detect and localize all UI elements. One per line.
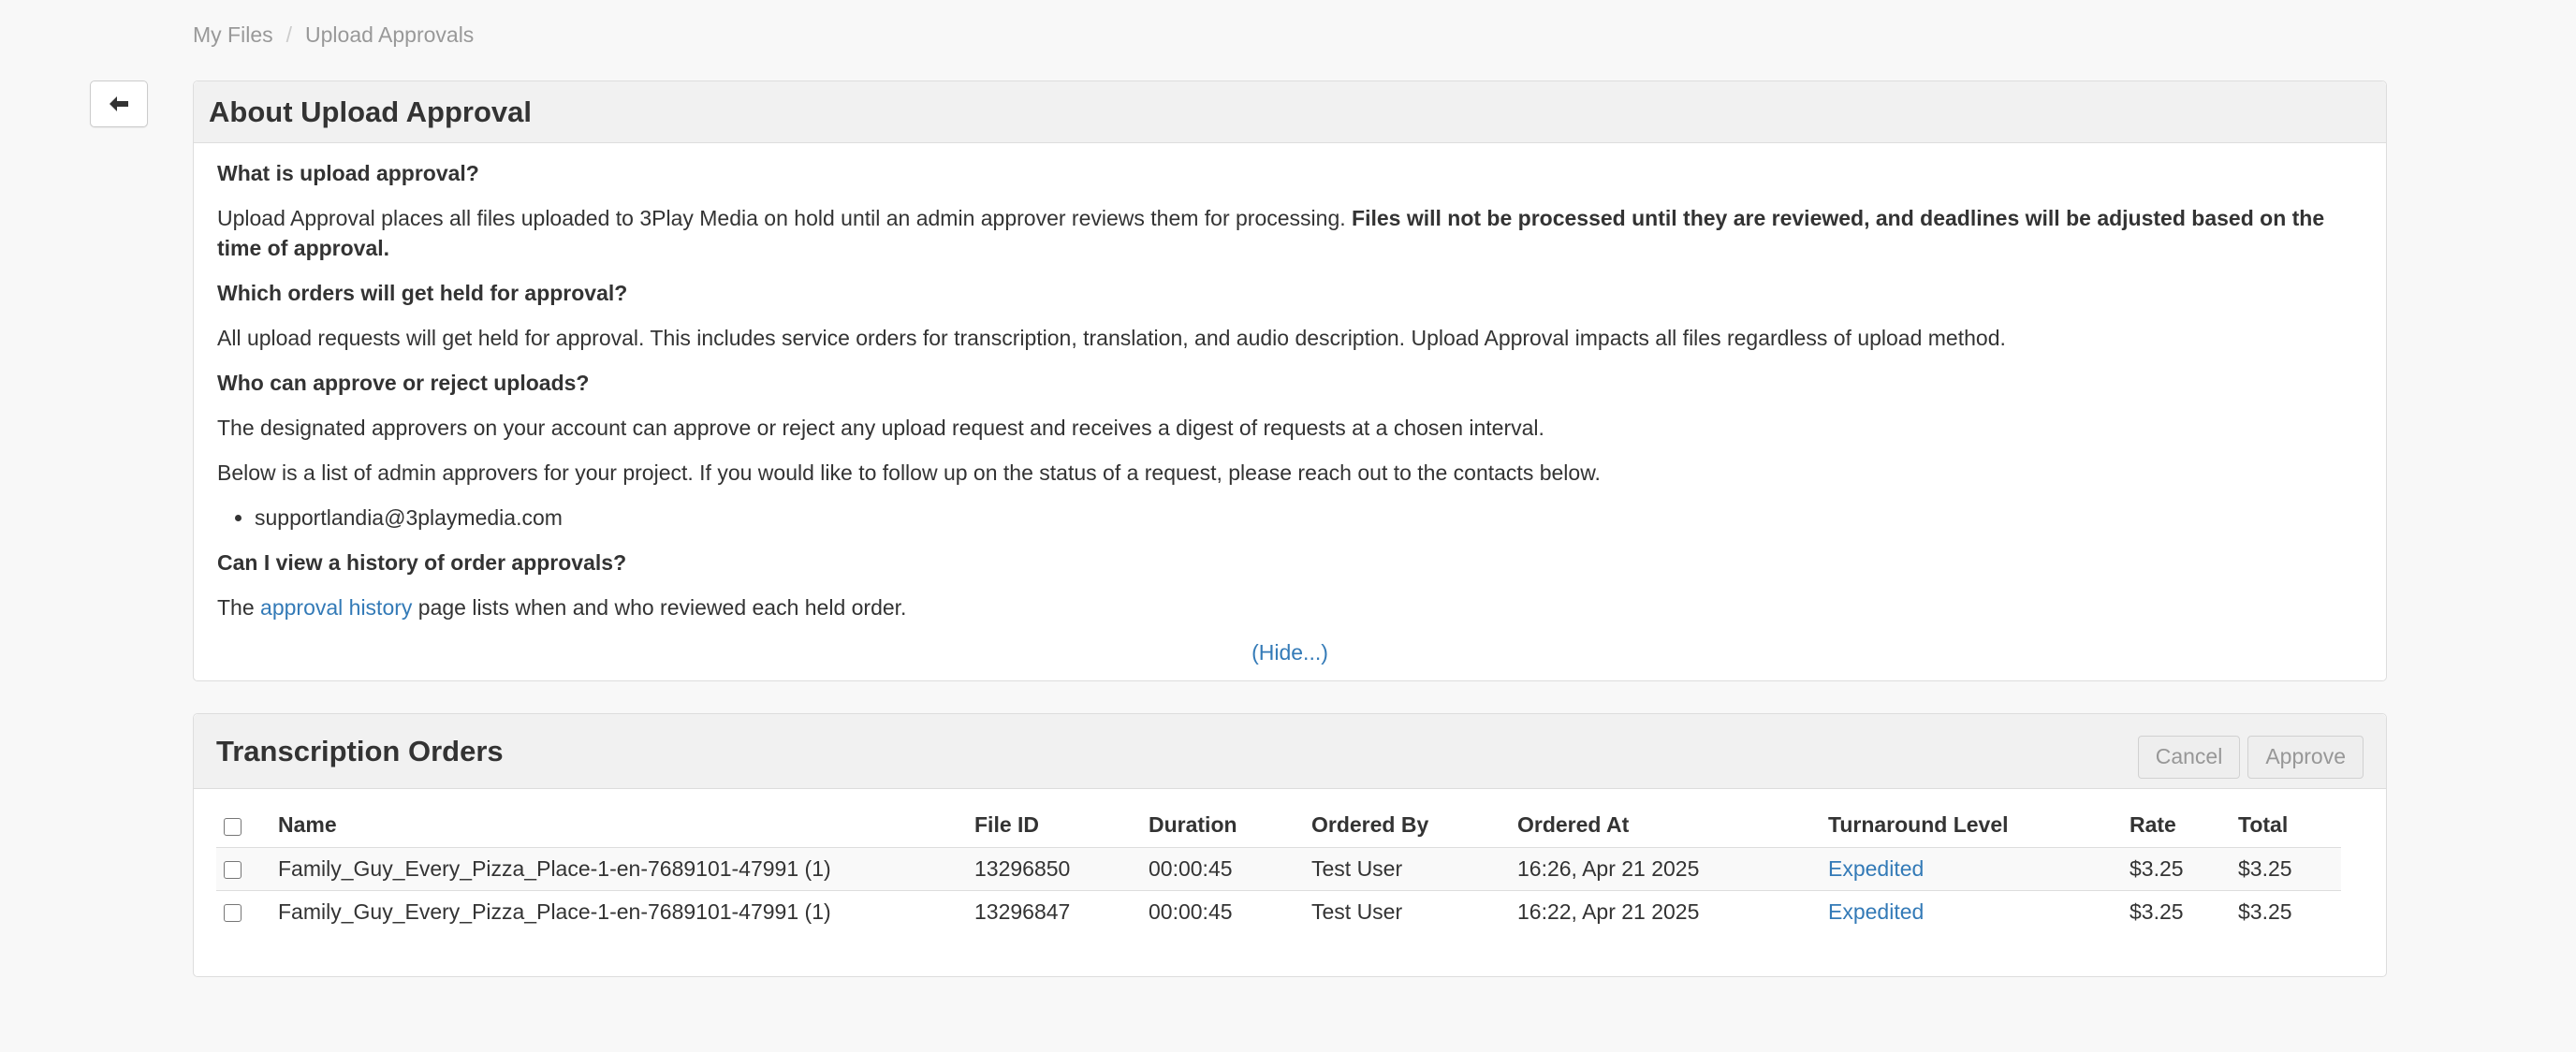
cell-name: Family_Guy_Every_Pizza_Place-1-en-768910… — [271, 846, 967, 890]
row-select-cell — [216, 889, 271, 933]
answer-what-is: Upload Approval places all files uploade… — [217, 203, 2363, 263]
row-select-cell — [216, 846, 271, 890]
cell-turnaround: Expedited — [1821, 846, 2122, 890]
answer-what-is-text: Upload Approval places all files uploade… — [217, 206, 1346, 230]
breadcrumb-current: Upload Approvals — [305, 22, 475, 47]
arrow-left-icon — [110, 96, 128, 111]
breadcrumb: My Files / Upload Approvals — [193, 22, 474, 48]
cell-turnaround: Expedited — [1821, 889, 2122, 933]
orders-title: Transcription Orders — [216, 734, 504, 767]
orders-panel-heading: Transcription Orders Cancel Approve — [194, 714, 2386, 789]
select-all-cell — [216, 804, 271, 847]
question-what-is: What is upload approval? — [217, 161, 479, 185]
answer-which-orders: All upload requests will get held for ap… — [217, 326, 2006, 350]
question-which-orders: Which orders will get held for approval? — [217, 281, 628, 305]
cell-duration: 00:00:45 — [1141, 889, 1304, 933]
cell-name: Family_Guy_Every_Pizza_Place-1-en-768910… — [271, 889, 967, 933]
select-all-checkbox[interactable] — [224, 817, 242, 836]
back-button[interactable] — [90, 80, 148, 127]
about-body: What is upload approval? Upload Approval… — [194, 143, 2386, 667]
cancel-button[interactable]: Cancel — [2137, 735, 2241, 779]
cell-ordered-at: 16:22, Apr 21 2025 — [1510, 889, 1821, 933]
about-panel-heading: About Upload Approval — [194, 81, 2386, 143]
approve-button[interactable]: Approve — [2247, 735, 2364, 779]
column-header-file-id: File ID — [974, 812, 1040, 838]
cell-file-id: 13296850 — [967, 846, 1141, 890]
answer-history-prefix: The — [217, 595, 255, 620]
table-header-row: Name File ID Duration Ordered By Ordered… — [216, 804, 2341, 847]
cell-file-id: 13296847 — [967, 889, 1141, 933]
question-who-can-approve: Who can approve or reject uploads? — [217, 371, 590, 395]
cell-ordered-at: 16:26, Apr 21 2025 — [1510, 846, 1821, 890]
about-title: About Upload Approval — [209, 95, 532, 128]
turnaround-link[interactable]: Expedited — [1828, 899, 1924, 924]
table-row: Family_Guy_Every_Pizza_Place-1-en-768910… — [216, 846, 2341, 890]
breadcrumb-separator: / — [285, 22, 293, 47]
cell-rate: $3.25 — [2122, 846, 2231, 890]
answer-history-suffix: page lists when and who reviewed each he… — [417, 595, 907, 620]
approver-contact: supportlandia@3playmedia.com — [255, 503, 2363, 533]
approval-history-link[interactable]: approval history — [260, 595, 412, 620]
column-header-turnaround: Turnaround Level — [1828, 812, 2009, 838]
hide-about-link[interactable]: (Hide...) — [1251, 640, 1328, 665]
column-header-total: Total — [2238, 812, 2289, 838]
column-header-ordered-by: Ordered By — [1311, 812, 1429, 838]
table-row: Family_Guy_Every_Pizza_Place-1-en-768910… — [216, 889, 2341, 933]
row-checkbox[interactable] — [224, 860, 242, 879]
cell-total: $3.25 — [2231, 889, 2341, 933]
breadcrumb-my-files[interactable]: My Files — [193, 22, 273, 48]
row-checkbox[interactable] — [224, 904, 242, 923]
column-header-ordered-at: Ordered At — [1517, 812, 1630, 838]
hide-link-wrapper: (Hide...) — [217, 637, 2363, 667]
cell-rate: $3.25 — [2122, 889, 2231, 933]
column-header-duration: Duration — [1149, 812, 1237, 838]
cell-duration: 00:00:45 — [1141, 846, 1304, 890]
column-header-rate: Rate — [2130, 812, 2176, 838]
cell-ordered-by: Test User — [1304, 889, 1510, 933]
cell-ordered-by: Test User — [1304, 846, 1510, 890]
transcription-orders-panel: Transcription Orders Cancel Approve Name… — [193, 713, 2387, 977]
orders-actions: Cancel Approve — [2137, 735, 2364, 779]
answer-approvers-list-intro: Below is a list of admin approvers for y… — [217, 460, 1601, 485]
about-panel: About Upload Approval What is upload app… — [193, 80, 2387, 681]
cell-total: $3.25 — [2231, 846, 2341, 890]
answer-who-can-approve: The designated approvers on your account… — [217, 416, 1544, 440]
turnaround-link[interactable]: Expedited — [1828, 856, 1924, 881]
approver-contacts-list: supportlandia@3playmedia.com — [217, 503, 2363, 533]
answer-history: The approval history page lists when and… — [217, 592, 2363, 622]
orders-table: Name File ID Duration Ordered By Ordered… — [216, 804, 2341, 933]
column-header-name: Name — [278, 812, 337, 838]
question-history: Can I view a history of order approvals? — [217, 550, 627, 575]
